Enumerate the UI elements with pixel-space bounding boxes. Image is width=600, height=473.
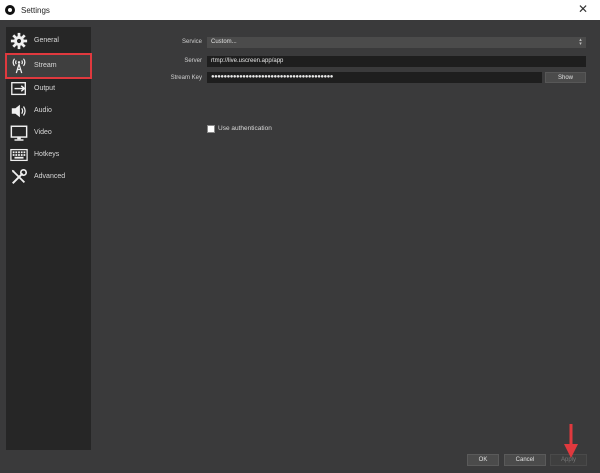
sidebar-item-label: Video	[34, 129, 52, 136]
sidebar-item-video[interactable]: Video	[6, 123, 91, 143]
wrench-screwdriver-icon	[11, 168, 28, 185]
keyboard-icon	[10, 148, 28, 162]
service-select[interactable]: Custom... ▴ ▾	[207, 37, 586, 48]
sidebar-item-label: Stream	[34, 62, 57, 69]
service-label: Service	[181, 39, 202, 45]
monitor-icon	[10, 125, 28, 141]
settings-sidebar: General Stream Output Audio Video Hotkey…	[5, 27, 92, 450]
red-arrow-down-icon	[564, 424, 578, 458]
sidebar-item-label: Audio	[34, 107, 52, 114]
cancel-button[interactable]: Cancel	[504, 454, 546, 466]
stream-key-input[interactable]: ●●●●●●●●●●●●●●●●●●●●●●●●●●●●●●●●●●●●●●●	[207, 72, 542, 83]
sidebar-item-hotkeys[interactable]: Hotkeys	[6, 145, 91, 165]
sidebar-item-stream[interactable]: Stream	[5, 53, 92, 79]
obs-logo-icon	[5, 5, 15, 15]
settings-window: General Stream Output Audio Video Hotkey…	[0, 20, 600, 473]
use-authentication-checkbox[interactable]	[207, 125, 215, 133]
show-key-button[interactable]: Show	[545, 72, 586, 83]
use-authentication-label: Use authentication	[218, 125, 272, 132]
broadcast-antenna-icon	[12, 58, 26, 74]
sidebar-item-advanced[interactable]: Advanced	[6, 167, 91, 187]
sidebar-item-label: Hotkeys	[34, 151, 60, 158]
ok-button[interactable]: OK	[467, 454, 499, 466]
output-icon	[11, 82, 26, 96]
window-title: Settings	[21, 6, 50, 15]
close-icon[interactable]: ✕	[578, 3, 588, 15]
sidebar-item-audio[interactable]: Audio	[6, 101, 91, 121]
sidebar-item-general[interactable]: General	[6, 31, 91, 51]
server-label: Server	[184, 58, 202, 64]
gear-icon	[10, 32, 28, 50]
speaker-icon	[11, 104, 26, 118]
stream-key-label: Stream Key	[170, 75, 202, 81]
sidebar-item-label: General	[34, 37, 59, 44]
server-input[interactable]: rtmp://live.uscreen.app/app	[207, 56, 586, 67]
chevron-updown-icon: ▴ ▾	[579, 37, 582, 47]
sidebar-item-label: Advanced	[34, 173, 66, 180]
sidebar-item-output[interactable]: Output	[6, 79, 91, 99]
sidebar-item-label: Output	[34, 85, 56, 92]
service-value: Custom...	[211, 39, 237, 45]
title-bar: Settings ✕	[0, 0, 600, 20]
